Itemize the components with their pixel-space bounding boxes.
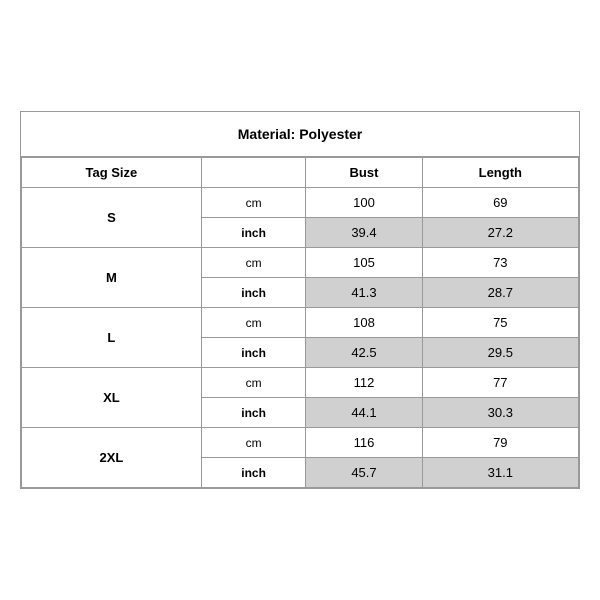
table-row: Mcm10573 bbox=[22, 248, 579, 278]
table-row: 2XLcm11679 bbox=[22, 428, 579, 458]
header-length: Length bbox=[422, 158, 578, 188]
bust-inch-value: 45.7 bbox=[306, 458, 422, 488]
bust-inch-value: 41.3 bbox=[306, 278, 422, 308]
size-table: Tag Size Bust Length Scm10069inch39.427.… bbox=[21, 157, 579, 488]
unit-inch-cell: inch bbox=[201, 338, 306, 368]
tag-size-cell: L bbox=[22, 308, 202, 368]
tag-size-cell: S bbox=[22, 188, 202, 248]
bust-cm-value: 105 bbox=[306, 248, 422, 278]
unit-cm-cell: cm bbox=[201, 428, 306, 458]
bust-inch-value: 42.5 bbox=[306, 338, 422, 368]
unit-inch-cell: inch bbox=[201, 458, 306, 488]
bust-inch-value: 44.1 bbox=[306, 398, 422, 428]
length-cm-value: 69 bbox=[422, 188, 578, 218]
tag-size-cell: M bbox=[22, 248, 202, 308]
length-inch-value: 27.2 bbox=[422, 218, 578, 248]
bust-cm-value: 100 bbox=[306, 188, 422, 218]
table-row: Lcm10875 bbox=[22, 308, 579, 338]
unit-inch-cell: inch bbox=[201, 398, 306, 428]
length-inch-value: 30.3 bbox=[422, 398, 578, 428]
bust-cm-value: 116 bbox=[306, 428, 422, 458]
size-chart-container: Material: Polyester Tag Size Bust Length… bbox=[20, 111, 580, 489]
bust-inch-value: 39.4 bbox=[306, 218, 422, 248]
tag-size-cell: XL bbox=[22, 368, 202, 428]
length-cm-value: 79 bbox=[422, 428, 578, 458]
length-cm-value: 73 bbox=[422, 248, 578, 278]
table-header-row: Tag Size Bust Length bbox=[22, 158, 579, 188]
table-row: XLcm11277 bbox=[22, 368, 579, 398]
unit-cm-cell: cm bbox=[201, 188, 306, 218]
unit-cm-cell: cm bbox=[201, 368, 306, 398]
length-inch-value: 28.7 bbox=[422, 278, 578, 308]
table-row: Scm10069 bbox=[22, 188, 579, 218]
header-tag-size: Tag Size bbox=[22, 158, 202, 188]
header-bust: Bust bbox=[306, 158, 422, 188]
length-inch-value: 29.5 bbox=[422, 338, 578, 368]
length-inch-value: 31.1 bbox=[422, 458, 578, 488]
unit-inch-cell: inch bbox=[201, 278, 306, 308]
length-cm-value: 77 bbox=[422, 368, 578, 398]
unit-inch-cell: inch bbox=[201, 218, 306, 248]
unit-cm-cell: cm bbox=[201, 248, 306, 278]
header-unit-col bbox=[201, 158, 306, 188]
unit-cm-cell: cm bbox=[201, 308, 306, 338]
tag-size-cell: 2XL bbox=[22, 428, 202, 488]
chart-title: Material: Polyester bbox=[21, 112, 579, 157]
bust-cm-value: 108 bbox=[306, 308, 422, 338]
bust-cm-value: 112 bbox=[306, 368, 422, 398]
length-cm-value: 75 bbox=[422, 308, 578, 338]
